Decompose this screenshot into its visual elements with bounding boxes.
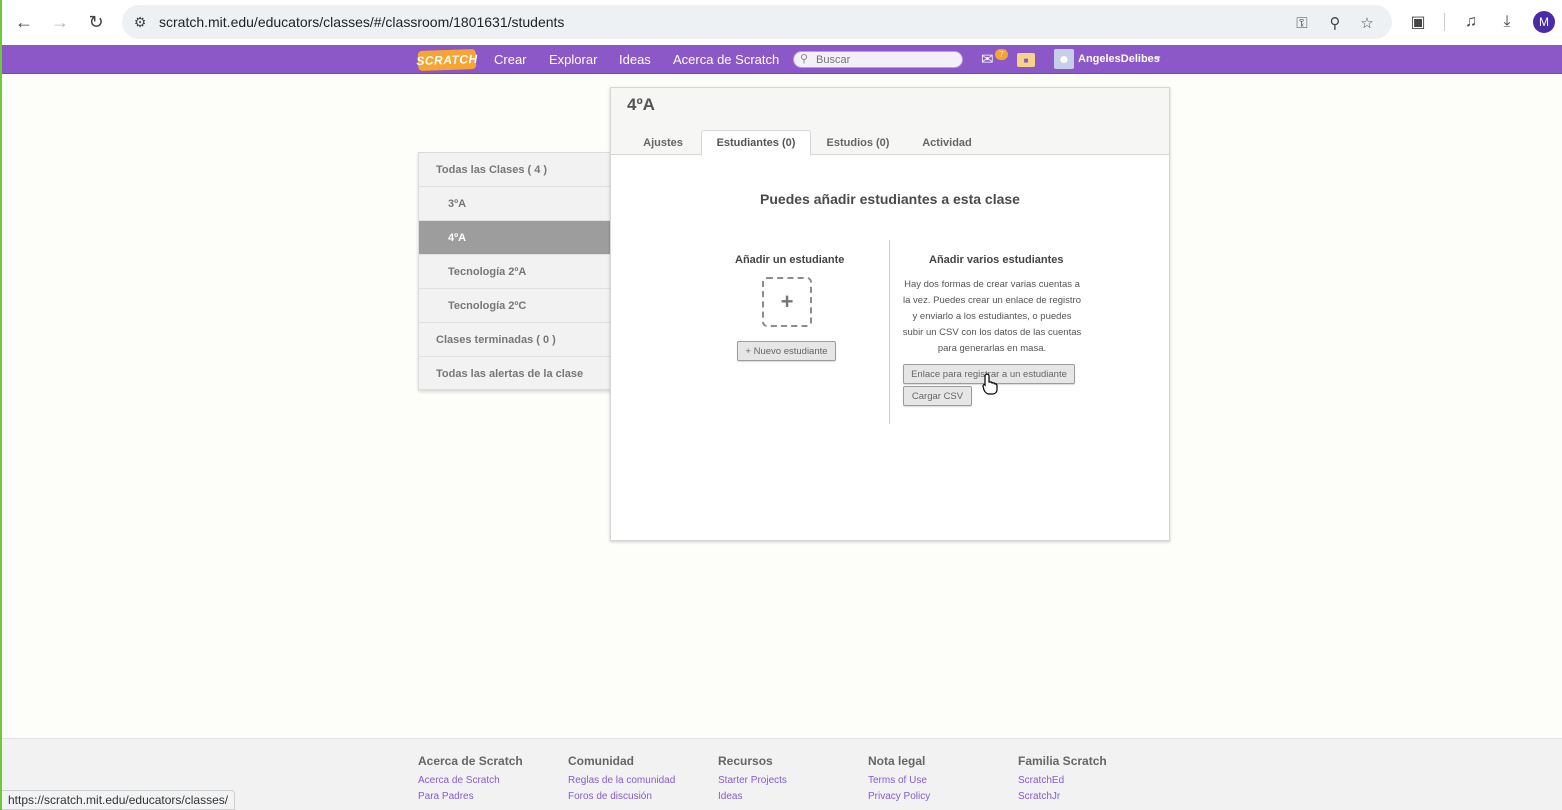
toolbar-divider — [1444, 13, 1445, 31]
sidebar-item-ended-classes[interactable]: Clases terminadas ( 0 ) — [419, 323, 613, 357]
back-icon[interactable]: ← — [12, 10, 36, 34]
footer-link[interactable]: Foros de discusión — [568, 789, 718, 805]
tab-ajustes[interactable]: Ajustes — [635, 130, 691, 155]
bookmark-star-icon[interactable]: ☆ — [1358, 14, 1376, 32]
extensions-icon[interactable]: ▣ — [1407, 11, 1429, 33]
column-divider — [889, 240, 890, 424]
url-text[interactable]: scratch.mit.edu/educators/classes/#/clas… — [159, 14, 564, 30]
address-bar[interactable]: ⚙ scratch.mit.edu/educators/classes/#/cl… — [122, 5, 1392, 39]
tab-estudiantes[interactable]: Estudiantes (0) — [701, 130, 811, 156]
password-key-icon[interactable]: ⚿ — [1293, 14, 1311, 32]
upload-csv-button[interactable]: Cargar CSV — [903, 386, 972, 406]
new-student-button[interactable]: + Nuevo estudiante — [737, 341, 836, 361]
tab-actividad[interactable]: Actividad — [916, 130, 978, 155]
footer-link[interactable]: Starter Projects — [718, 773, 868, 789]
add-one-title: Añadir un estudiante — [735, 254, 845, 266]
search-icon: ⚲ — [800, 53, 809, 65]
username-label[interactable]: AngelesDelibes — [1078, 53, 1160, 65]
sidebar-item-tecnologia-2c[interactable]: Tecnología 2ºC — [419, 289, 613, 323]
media-control-icon[interactable]: ♫ — [1460, 11, 1482, 33]
sidebar-item-class-alerts[interactable]: Todas las alertas de la clase — [419, 357, 613, 391]
tab-estudios[interactable]: Estudios (0) — [821, 130, 895, 155]
footer-link[interactable]: Terms of Use — [868, 773, 1018, 789]
download-icon[interactable]: ⤓ — [1496, 11, 1518, 33]
sidebar-item-4a[interactable]: 4ºA — [419, 221, 613, 255]
footer-col-legal: Nota legal Terms of Use Privacy Policy — [868, 754, 1018, 805]
scratch-header: SCRATCH Crear Explorar Ideas Acerca de S… — [2, 45, 1562, 74]
footer-heading: Recursos — [718, 754, 773, 768]
search-box[interactable]: ⚲ — [793, 51, 963, 68]
nav-ideas[interactable]: Ideas — [619, 52, 651, 67]
hand-cursor-icon — [982, 373, 998, 395]
footer-heading: Nota legal — [868, 754, 926, 768]
footer-link[interactable]: ScratchEd — [1018, 773, 1168, 789]
status-bar-url: https://scratch.mit.edu/educators/classe… — [2, 790, 236, 810]
scratch-logo[interactable]: SCRATCH — [416, 48, 478, 72]
zoom-icon[interactable]: ⚲ — [1326, 14, 1344, 32]
footer-col-resources: Recursos Starter Projects Ideas — [718, 754, 868, 805]
panel-header: 4ºA Ajustes Estudiantes (0) Estudios (0)… — [611, 88, 1169, 156]
forward-icon[interactable]: → — [48, 10, 72, 34]
reload-icon[interactable]: ↻ — [84, 10, 108, 34]
nav-crear[interactable]: Crear — [494, 52, 527, 67]
footer-heading: Acerca de Scratch — [418, 754, 523, 768]
class-title: 4ºA — [627, 95, 655, 114]
user-avatar[interactable]: ☻ — [1054, 49, 1074, 69]
sidebar-item-3a[interactable]: 3ºA — [419, 187, 613, 221]
footer-heading: Familia Scratch — [1018, 754, 1107, 768]
nav-acerca[interactable]: Acerca de Scratch — [673, 52, 779, 67]
footer-col-community: Comunidad Reglas de la comunidad Foros d… — [568, 754, 718, 805]
site-info-icon[interactable]: ⚙ — [130, 12, 150, 32]
footer-link[interactable]: Reglas de la comunidad — [568, 773, 718, 789]
classroom-panel: 4ºA Ajustes Estudiantes (0) Estudios (0)… — [610, 87, 1170, 541]
browser-toolbar: ← → ↻ ⚙ scratch.mit.edu/educators/classe… — [2, 0, 1562, 45]
site-footer: Acerca de Scratch Acerca de Scratch Para… — [2, 738, 1562, 810]
section-title: Puedes añadir estudiantes a esta clase — [760, 191, 1020, 207]
footer-link[interactable]: Para Padres — [418, 789, 568, 805]
plus-icon: + — [780, 289, 794, 314]
footer-heading: Comunidad — [568, 754, 634, 768]
footer-link[interactable]: ScratchJr — [1018, 789, 1168, 805]
profile-avatar[interactable]: M — [1533, 11, 1555, 33]
footer-link[interactable]: Acerca de Scratch — [418, 773, 568, 789]
add-student-plus-button[interactable]: + — [762, 277, 812, 327]
sidebar-item-all-classes[interactable]: Todas las Clases ( 4 ) — [419, 153, 613, 187]
classes-sidebar: Todas las Clases ( 4 ) 3ºA 4ºA Tecnologí… — [418, 152, 613, 391]
search-input[interactable] — [816, 53, 956, 67]
sidebar-item-tecnologia-2a[interactable]: Tecnología 2ºA — [419, 255, 613, 289]
my-stuff-folder-icon[interactable]: ■ — [1017, 53, 1035, 67]
footer-col-family: Familia Scratch ScratchEd ScratchJr — [1018, 754, 1168, 805]
footer-link[interactable]: Privacy Policy — [868, 789, 1018, 805]
nav-explorar[interactable]: Explorar — [549, 52, 597, 67]
add-many-description: Hay dos formas de crear varias cuentas a… — [902, 279, 1082, 354]
add-many-title: Añadir varios estudiantes — [929, 254, 1064, 266]
messages-count-badge: 7 — [995, 49, 1008, 60]
footer-link[interactable]: Ideas — [718, 789, 868, 805]
chevron-down-icon[interactable]: ▼ — [1154, 54, 1162, 63]
footer-col-about: Acerca de Scratch Acerca de Scratch Para… — [418, 754, 568, 805]
